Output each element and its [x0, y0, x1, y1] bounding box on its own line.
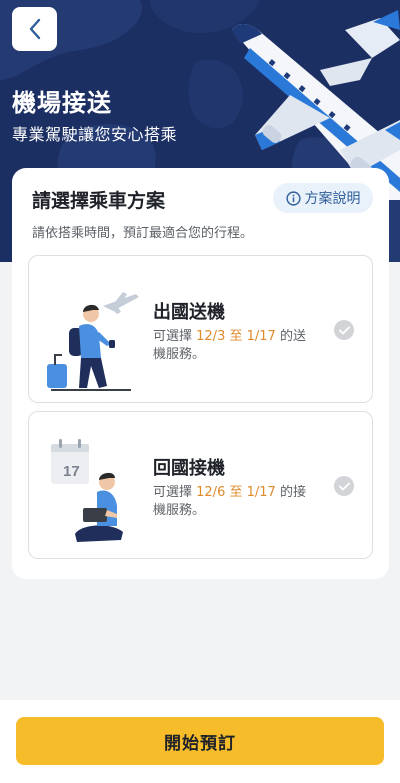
check-radio[interactable]: [334, 320, 354, 340]
check-icon: [338, 482, 350, 490]
plan-selection-panel: 請選擇乘車方案 方案說明 請依搭乘時間，預訂最適合您的行程。 出國送機 可選擇 …: [12, 168, 389, 579]
footer-bar: 開始預訂: [0, 700, 400, 783]
option-title: 出國送機: [153, 302, 225, 323]
option-title: 回國接機: [153, 458, 225, 479]
page-subtitle: 專業駕駛讓您安心搭乘: [12, 125, 178, 144]
info-circle-icon: [285, 190, 301, 206]
option-departure[interactable]: 出國送機 可選擇 12/3 至 1/17 的送機服務。: [28, 255, 373, 403]
panel-hint: 請依搭乘時間，預訂最適合您的行程。: [32, 226, 254, 241]
chevron-left-icon: [29, 18, 40, 40]
plan-info-button[interactable]: 方案說明: [273, 183, 373, 213]
date-from: 12/6: [196, 485, 226, 500]
check-radio[interactable]: [334, 476, 354, 496]
option-description: 可選擇 12/3 至 1/17 的送機服務。: [153, 329, 306, 362]
date-from: 12/3: [196, 329, 226, 344]
page-title: 機場接送: [12, 89, 112, 117]
back-button[interactable]: [12, 7, 57, 51]
option-arrival[interactable]: 17 回國接機 可選擇 12/6 至 1/17 的接機服務。: [28, 411, 373, 559]
date-to: 1/17: [246, 329, 276, 344]
date-to: 1/17: [246, 485, 276, 500]
check-icon: [338, 326, 350, 334]
plan-info-label: 方案說明: [304, 191, 361, 207]
calendar-day: 17: [63, 463, 80, 480]
calendar-person-illustration: 17: [51, 439, 123, 542]
start-booking-button[interactable]: 開始預訂: [16, 717, 384, 765]
traveler-illustration: [47, 292, 139, 391]
panel-title: 請選擇乘車方案: [32, 190, 166, 212]
option-description: 可選擇 12/6 至 1/17 的接機服務。: [153, 485, 306, 518]
